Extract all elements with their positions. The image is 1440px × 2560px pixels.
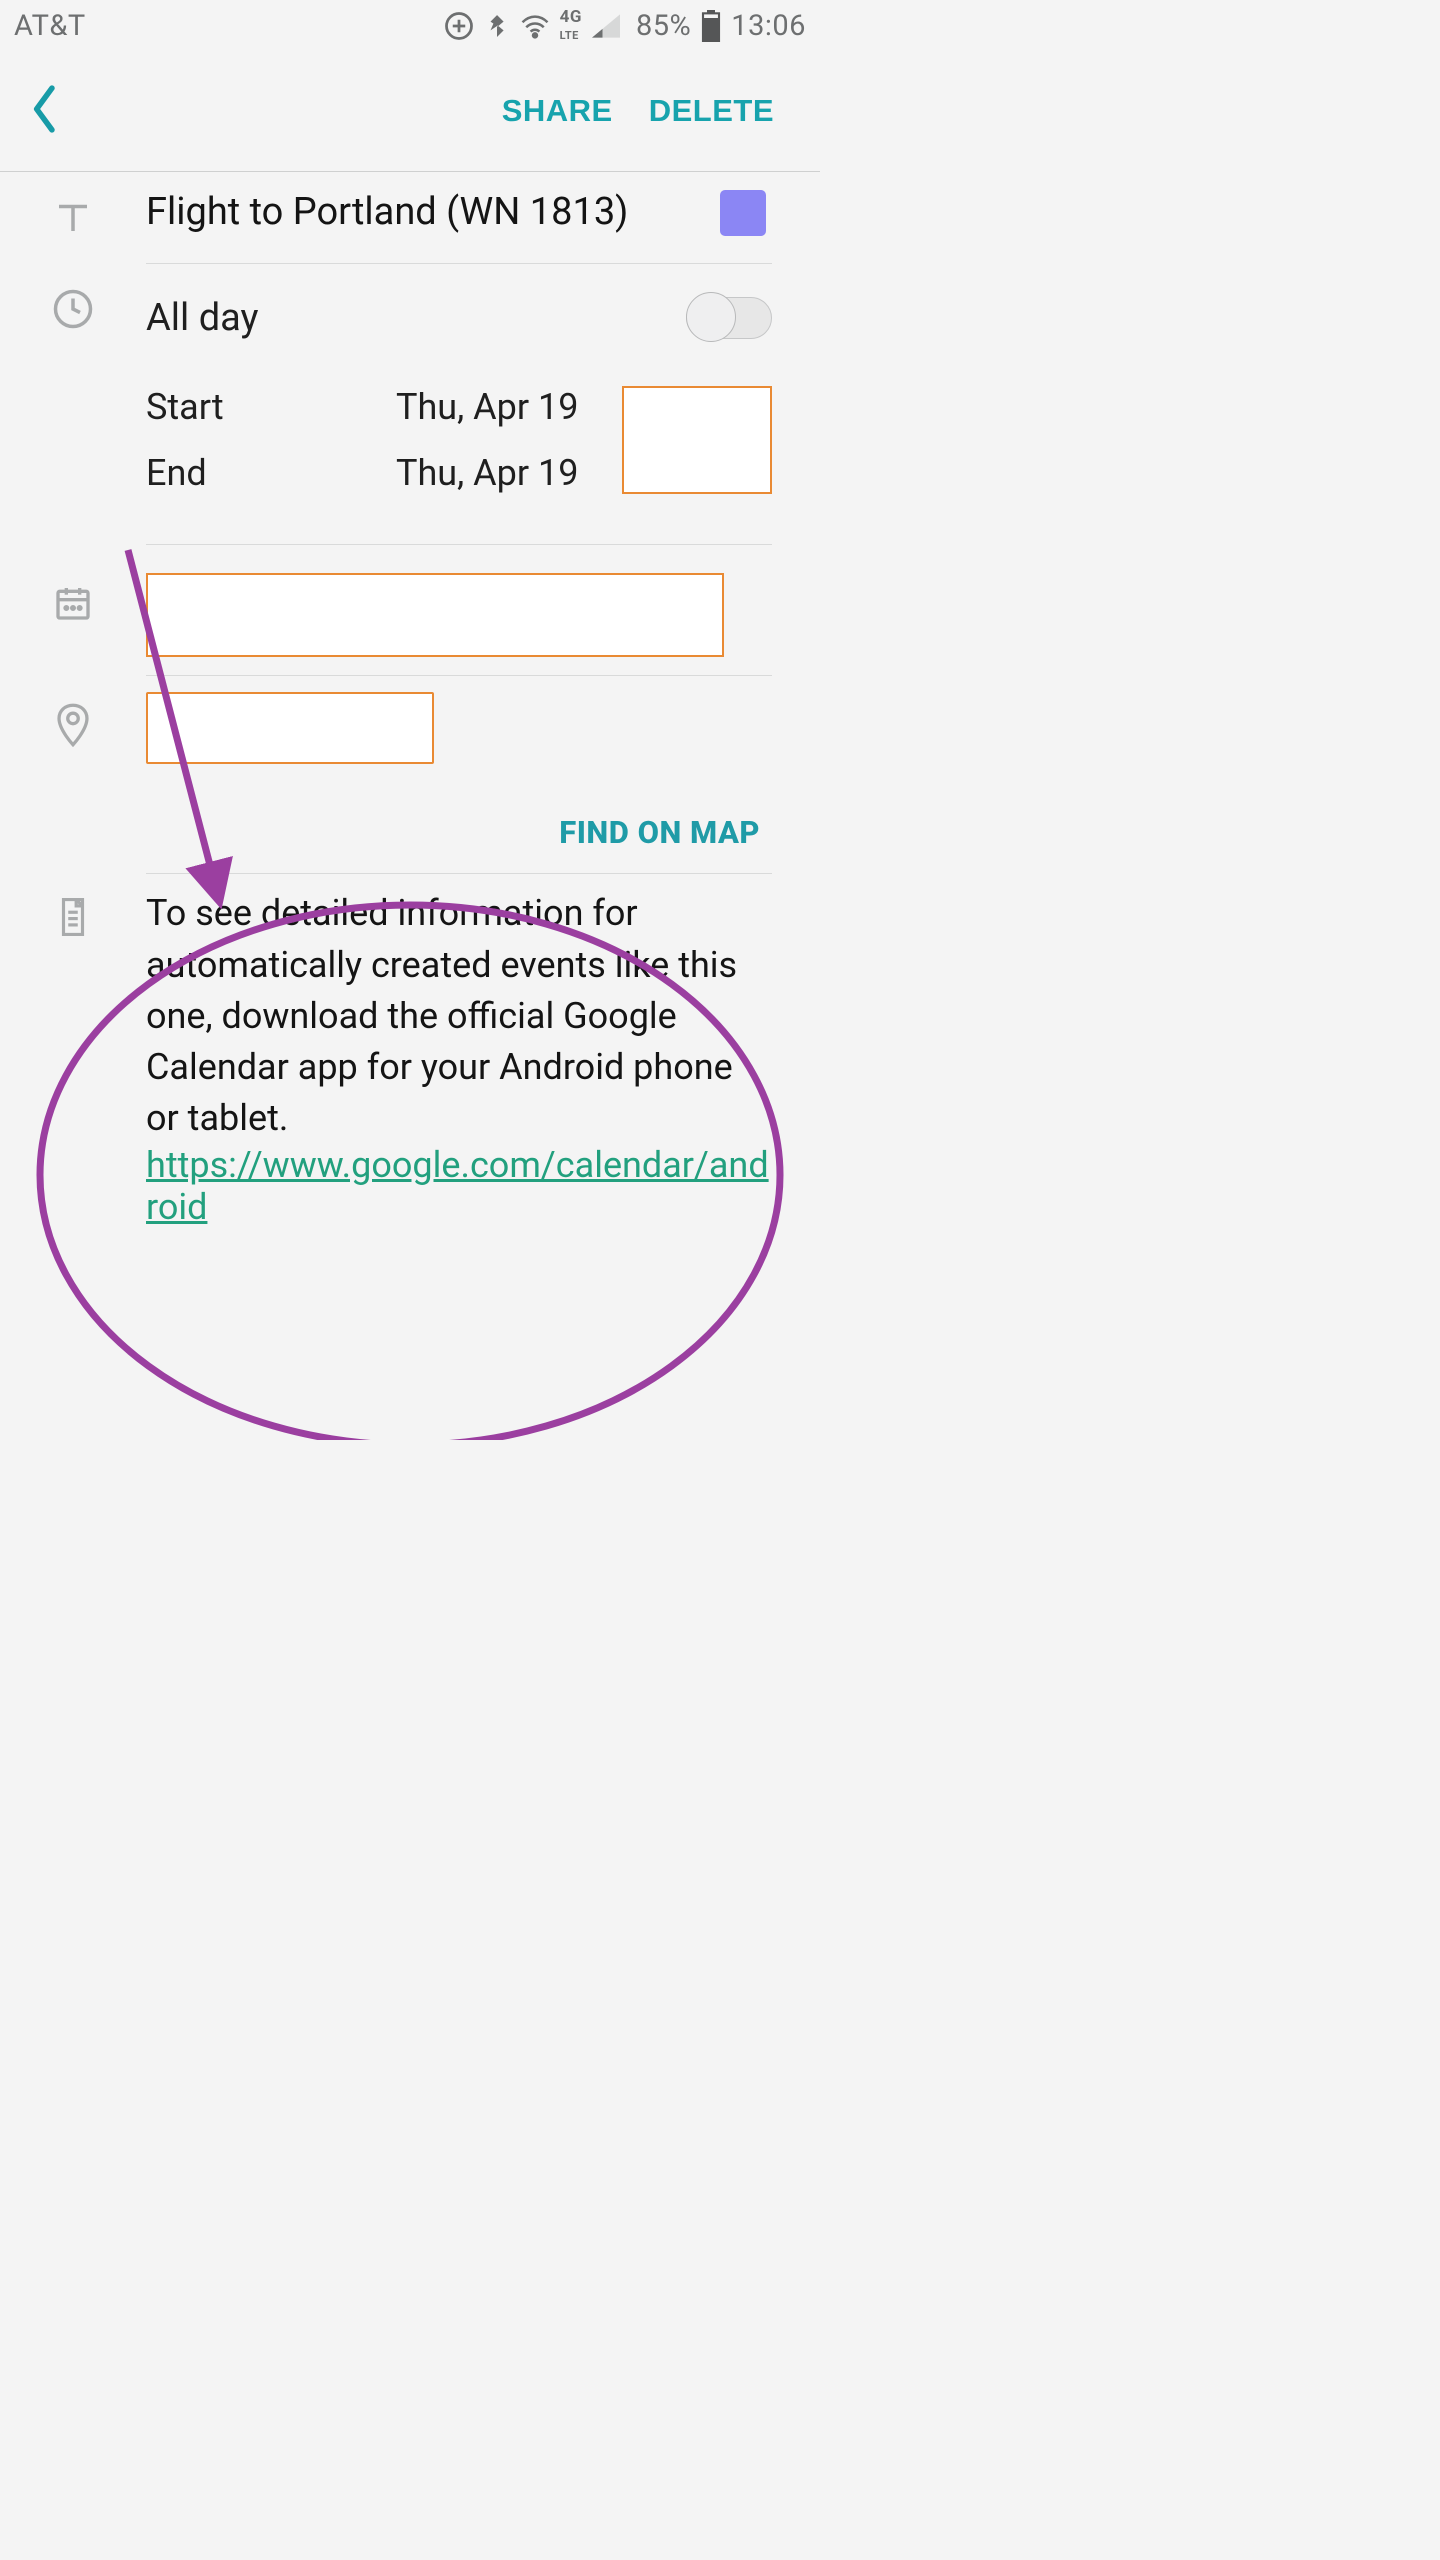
event-color-chip[interactable]: [720, 190, 766, 236]
notes-icon: [54, 896, 92, 942]
time-redacted-box[interactable]: [622, 386, 772, 494]
delete-button[interactable]: DELETE: [631, 93, 792, 129]
title-row: Flight to Portland (WN 1813): [0, 172, 772, 264]
pin-icon: [53, 702, 93, 752]
start-date[interactable]: Thu, Apr 19: [396, 386, 622, 428]
status-bar: AT&T 4GLTE 85% 13:06: [0, 0, 820, 50]
notes-text: To see detailed information for automati…: [146, 892, 737, 1138]
all-day-label: All day: [146, 296, 259, 340]
action-bar: SHARE DELETE: [0, 50, 820, 172]
sync-icon: [444, 11, 474, 41]
share-button[interactable]: SHARE: [484, 93, 631, 129]
bluetooth-icon: [484, 11, 510, 41]
end-label: End: [146, 452, 396, 494]
clock-label: 13:06: [731, 9, 806, 43]
end-date[interactable]: Thu, Apr 19: [396, 452, 622, 494]
carrier-label: AT&T: [14, 9, 86, 43]
wifi-icon: [520, 13, 550, 39]
battery-pct: 85%: [636, 9, 691, 43]
start-label: Start: [146, 386, 396, 428]
location-row: FIND ON MAP: [0, 676, 772, 874]
status-right: 4GLTE 85% 13:06: [444, 9, 806, 43]
signal-icon: [592, 14, 620, 38]
network-type-icon: 4GLTE: [560, 9, 582, 43]
location-redacted-box[interactable]: [146, 692, 434, 764]
clock-icon: [52, 288, 94, 334]
time-section: All day Start End Thu, Apr 19 Thu, Apr 1…: [0, 264, 772, 555]
find-on-map-button[interactable]: FIND ON MAP: [559, 814, 760, 851]
battery-icon: [701, 10, 721, 42]
title-icon: [52, 196, 94, 242]
calendar-icon: [53, 583, 93, 627]
all-day-toggle[interactable]: [686, 297, 772, 339]
notes-link[interactable]: https://www.google.com/calendar/android: [146, 1144, 769, 1228]
calendar-row: [0, 555, 772, 676]
event-title[interactable]: Flight to Portland (WN 1813): [146, 188, 700, 237]
back-button[interactable]: [10, 84, 80, 138]
calendar-redacted-box[interactable]: [146, 573, 724, 657]
notes-row: To see detailed information for automati…: [0, 874, 772, 1246]
